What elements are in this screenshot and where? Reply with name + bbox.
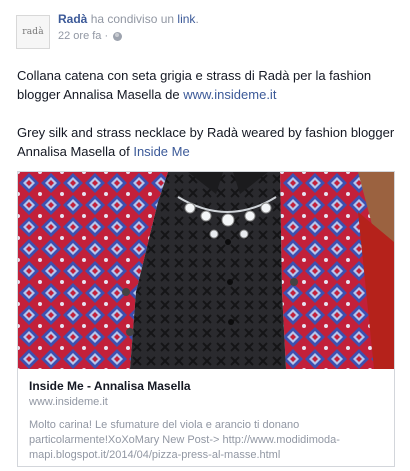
globe-icon[interactable] xyxy=(113,31,123,41)
avatar-logo: radà xyxy=(22,27,44,37)
post-message: Collana catena con seta grigia e strass … xyxy=(17,66,402,161)
page-avatar[interactable]: radà xyxy=(16,15,50,49)
post-header: Radà ha condiviso un link. xyxy=(58,11,199,27)
message-english-text: Grey silk and strass necklace by Radà we… xyxy=(17,125,395,159)
attachment-photo[interactable] xyxy=(18,172,394,369)
insideme-url-link[interactable]: www.insideme.it xyxy=(183,87,276,102)
link-attachment[interactable]: Inside Me - Annalisa Masella www.insidem… xyxy=(17,171,395,467)
shared-link-word[interactable]: link xyxy=(177,12,195,26)
meta-separator: · xyxy=(101,30,109,42)
attachment-title[interactable]: Inside Me - Annalisa Masella xyxy=(29,379,191,393)
inside-me-link[interactable]: Inside Me xyxy=(133,144,189,159)
attachment-domain: www.insideme.it xyxy=(29,396,108,408)
facebook-post: radà Radà ha condiviso un link. 22 ore f… xyxy=(0,0,410,471)
page-name-link[interactable]: Radà xyxy=(58,12,87,26)
message-english: Grey silk and strass necklace by Radà we… xyxy=(17,123,402,161)
post-timestamp[interactable]: 22 ore fa xyxy=(58,29,101,43)
share-action-text: ha condiviso un xyxy=(90,12,175,26)
message-italian: Collana catena con seta grigia e strass … xyxy=(17,66,402,104)
share-action-suffix: . xyxy=(195,12,199,26)
post-meta: 22 ore fa · xyxy=(58,29,123,43)
attachment-description: Molto carina! Le sfumature del viola e a… xyxy=(29,419,340,461)
